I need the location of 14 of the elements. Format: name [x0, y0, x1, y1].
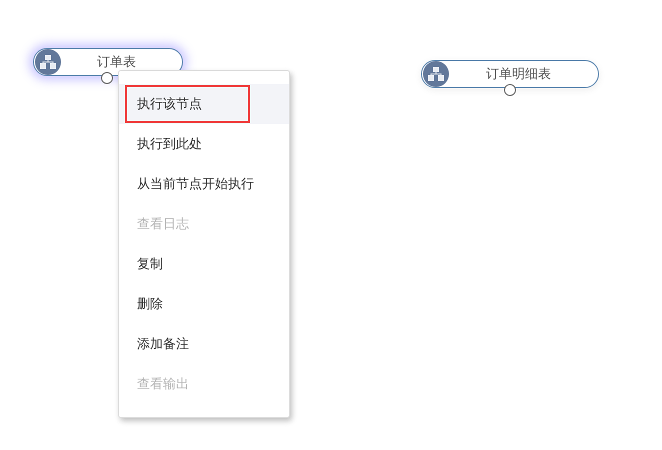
menu-item[interactable]: 删除: [119, 284, 289, 324]
menu-item[interactable]: 执行到此处: [119, 124, 289, 164]
table-node[interactable]: 订单明细表: [421, 60, 599, 88]
node-label: 订单明细表: [485, 66, 552, 83]
output-port[interactable]: [504, 84, 516, 96]
output-port[interactable]: [101, 72, 113, 84]
node-label: 订单表: [96, 54, 137, 71]
menu-item[interactable]: 从当前节点开始执行: [119, 164, 289, 204]
menu-item[interactable]: 复制: [119, 244, 289, 284]
menu-item[interactable]: 执行该节点: [119, 84, 289, 124]
menu-item[interactable]: 添加备注: [119, 324, 289, 364]
database-table-icon: [423, 61, 449, 87]
database-table-icon: [35, 49, 61, 75]
table-node[interactable]: 订单表: [33, 48, 183, 76]
